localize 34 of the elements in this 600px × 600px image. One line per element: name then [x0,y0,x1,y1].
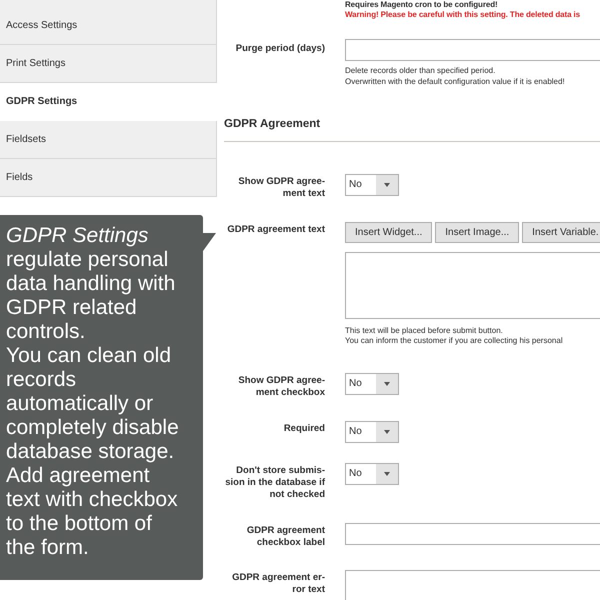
dropdown[interactable]: No [345,463,399,486]
note-text: Overwritten with the default configuration value if it is enabled! [345,76,566,87]
caret-icon [376,464,398,484]
input-field[interactable] [345,523,600,546]
input-field[interactable] [345,39,600,61]
section-title: GDPR Agreement [224,117,322,132]
field-label: GDPR agreement checkbox label [246,525,325,550]
insert-button[interactable]: Insert Widget... [345,222,432,244]
sidebar-tab[interactable]: Fields [0,159,217,197]
field-label: Show GDPR agree- ment checkbox [237,375,325,400]
field-label: GDPR agreement text [226,224,325,236]
note-text: Delete records older than specified period. [345,65,496,76]
field-label: Show GDPR agree- ment text [237,176,325,200]
field-label: Don't store submis- sion in the database if not checked [224,465,325,502]
caret-icon [376,374,398,394]
caret-icon [376,422,398,442]
dropdown[interactable]: No [345,373,399,396]
note-text: This text will be placed before submit button. [345,326,504,336]
field-label: GDPR agreement er- ror text [231,572,325,596]
dropdown[interactable]: No [345,421,399,444]
field-label: Required [282,423,325,436]
warning-text: Warning! Please be careful with this setting. The deleted data is [345,10,582,20]
sidebar-tab[interactable]: Print Settings [0,45,217,83]
dropdown[interactable]: No [345,174,399,196]
sidebar-tab[interactable]: Access Settings [0,0,217,45]
note-text: Requires Magento cron to be configured! [345,0,499,10]
field-label: Purge period (days) [234,43,325,55]
insert-button[interactable]: Insert Variable. [522,222,600,244]
insert-button[interactable]: Insert Image... [435,222,520,244]
caret-icon [376,175,398,196]
sidebar-tab[interactable]: Fieldsets [0,121,217,159]
note-text: You can inform the customer if you are collecting his personal [345,336,564,346]
text-area[interactable] [345,252,600,320]
tooltip-text: GDPR Settings regulate personal data handling with GDPR related controls. You can clean old records automatically or completely disable database storage. Add agreement text with checkbox to the bottom of the form. [6,224,180,560]
